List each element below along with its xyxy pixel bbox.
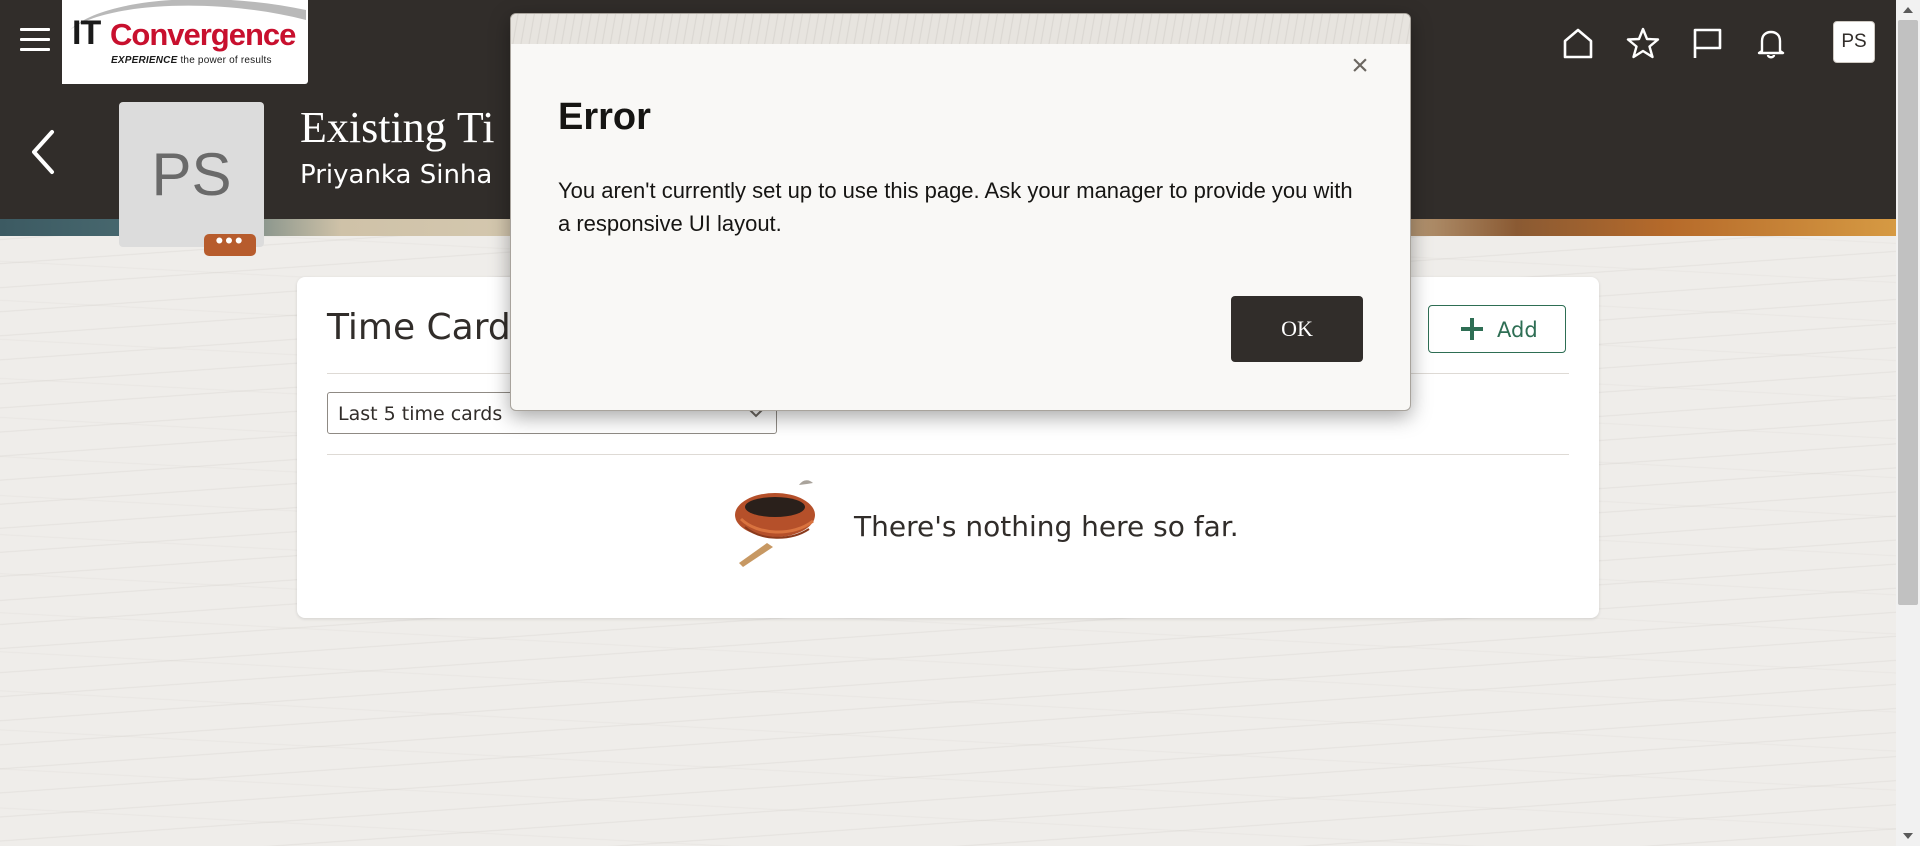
scroll-up-arrow-icon[interactable]	[1900, 4, 1916, 16]
page-subtitle: Priyanka Sinha	[300, 160, 493, 190]
avatar-more-actions-button[interactable]: •••	[204, 230, 256, 256]
avatar: PS	[119, 102, 264, 247]
navigator-menu-icon[interactable]	[20, 28, 50, 54]
home-icon[interactable]	[1555, 20, 1599, 64]
empty-state-message: There's nothing here so far.	[854, 510, 1239, 543]
filter-selected-value: Last 5 time cards	[338, 403, 503, 425]
plus-icon	[1461, 318, 1483, 340]
time-cards-title: Time Cards	[327, 307, 530, 348]
scroll-down-arrow-icon[interactable]	[1900, 830, 1916, 842]
add-time-card-button[interactable]: Add	[1428, 305, 1566, 353]
add-button-label: Add	[1497, 318, 1538, 342]
dialog-message: You aren't currently set up to use this …	[558, 178, 1353, 236]
logo-brand-text: Convergence	[110, 17, 296, 52]
favorites-star-icon[interactable]	[1620, 20, 1664, 64]
notifications-bell-icon[interactable]	[1748, 20, 1792, 64]
scrollbar-thumb[interactable]	[1898, 20, 1918, 605]
logo-tagline-rest: the power of results	[180, 55, 272, 66]
empty-nest-icon	[735, 480, 815, 567]
divider	[327, 454, 1569, 455]
logo-tagline-bold: EXPERIENCE	[111, 55, 178, 66]
error-dialog: × Error You aren't currently set up to u…	[510, 13, 1411, 411]
user-menu-button[interactable]: PS	[1833, 21, 1875, 63]
dialog-header-strip	[511, 14, 1410, 44]
company-logo[interactable]: IT Convergence EXPERIENCE the power of r…	[62, 0, 308, 84]
dialog-title: Error	[558, 96, 651, 138]
page-title: Existing Ti	[300, 103, 495, 152]
logo-tagline: EXPERIENCE the power of results	[111, 55, 272, 66]
watchlist-flag-icon[interactable]	[1684, 20, 1728, 64]
ok-button[interactable]: OK	[1231, 296, 1363, 362]
logo-it-text: IT	[72, 14, 101, 52]
close-icon[interactable]: ×	[1345, 51, 1375, 82]
back-arrow-icon[interactable]	[26, 128, 60, 176]
